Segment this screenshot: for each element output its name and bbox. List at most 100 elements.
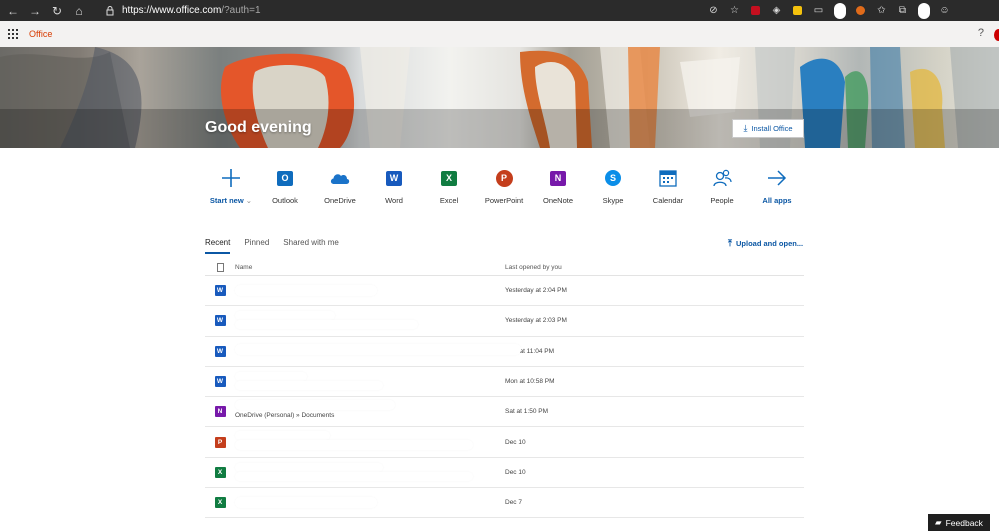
table-header: Name Last opened by you xyxy=(205,260,804,276)
profile-icon[interactable] xyxy=(915,2,932,19)
refresh-icon[interactable]: ↻ xyxy=(46,0,68,21)
column-header-name[interactable]: Name xyxy=(235,264,505,271)
table-row[interactable]: N OneDrive (Personal) » Documents Sat at… xyxy=(205,397,804,428)
install-office-button[interactable]: ⤓ Install Office xyxy=(732,119,804,138)
calendar-icon xyxy=(658,168,678,188)
app-label: Calendar xyxy=(652,196,684,205)
lock-icon xyxy=(103,2,117,19)
file-name-cell[interactable] xyxy=(235,367,505,396)
tab-pinned[interactable]: Pinned xyxy=(244,238,269,254)
opened-time: Yesterday at 2:03 PM xyxy=(505,317,567,325)
download-icon: ⤓ xyxy=(743,123,748,133)
chat-icon: ▰ xyxy=(935,517,942,527)
app-skype[interactable]: S Skype xyxy=(586,168,640,205)
file-name-cell[interactable] xyxy=(235,427,505,456)
tab-shared[interactable]: Shared with me xyxy=(283,238,339,254)
table-row[interactable]: X Dec 7 xyxy=(205,488,804,519)
extension-red-icon[interactable] xyxy=(747,2,764,19)
opened-time: Yesterday at 2:04 PM xyxy=(505,287,567,295)
file-name-cell[interactable] xyxy=(235,276,505,305)
collections-icon[interactable]: ⧉ xyxy=(894,2,911,19)
file-name-cell[interactable]: OneDrive (Personal) » Documents xyxy=(235,397,505,426)
column-header-opened[interactable]: Last opened by you xyxy=(505,264,562,271)
brand-label[interactable]: Office xyxy=(29,29,52,39)
app-letter: S xyxy=(605,170,621,186)
opened-time: Dec 10 xyxy=(505,468,526,476)
app-label: People xyxy=(710,196,734,205)
url-text[interactable]: https://www.office.com/?auth=1 xyxy=(122,5,261,16)
favorite-icon[interactable]: ☆ xyxy=(726,2,743,19)
upload-and-open-link[interactable]: ⤒ Upload and open... xyxy=(728,238,803,249)
upload-icon: ⤒ xyxy=(728,238,732,248)
powerpoint-icon: P xyxy=(494,168,514,188)
feedback-person-icon[interactable]: ☺ xyxy=(936,2,953,19)
app-people[interactable]: People xyxy=(695,168,749,205)
word-file-icon: W xyxy=(214,373,232,392)
arrow-right-icon xyxy=(767,168,787,188)
profile-blob-icon[interactable] xyxy=(831,2,848,19)
tab-recent[interactable]: Recent xyxy=(205,238,231,254)
app-label: Skype xyxy=(602,196,624,205)
forward-icon[interactable]: → xyxy=(24,0,46,21)
app-word[interactable]: W Word xyxy=(367,168,421,205)
excel-icon: X xyxy=(439,168,462,188)
app-letter: O xyxy=(281,173,289,183)
onenote-file-icon: N xyxy=(214,403,232,422)
table-row[interactable]: W Yesterday at 2:04 PM xyxy=(205,276,804,307)
extension-shield-icon[interactable]: ◈ xyxy=(768,2,785,19)
word-file-icon: W xyxy=(214,342,232,361)
extension-yellow-icon[interactable] xyxy=(789,2,806,19)
table-row[interactable]: W Yesterday at 2:03 PM xyxy=(205,306,804,337)
app-label: OneNote xyxy=(542,196,574,205)
recent-files-table: Name Last opened by you W Yesterday at 2… xyxy=(205,260,804,519)
app-onedrive[interactable]: OneDrive xyxy=(313,168,367,205)
excel-file-icon: X xyxy=(214,463,232,482)
app-launcher-icon[interactable] xyxy=(0,21,26,47)
app-letter: X xyxy=(445,173,452,183)
file-name-cell[interactable] xyxy=(235,488,505,517)
table-row[interactable]: W Mon at 10:58 PM xyxy=(205,367,804,398)
tracking-icon[interactable]: ⊘ xyxy=(705,2,722,19)
file-name-cell[interactable] xyxy=(235,337,521,366)
home-icon[interactable]: ⌂ xyxy=(68,0,90,21)
powerpoint-file-icon: P xyxy=(214,433,232,452)
app-all-apps[interactable]: All apps xyxy=(750,168,804,205)
plus-icon xyxy=(221,168,241,188)
app-label: PowerPoint xyxy=(484,196,524,205)
app-label: OneDrive xyxy=(324,196,356,205)
app-letter: W xyxy=(389,173,399,183)
opened-time: Dec 7 xyxy=(505,499,522,507)
help-icon[interactable]: ? xyxy=(978,27,984,39)
table-row[interactable]: W Mon at 11:04 PM xyxy=(205,337,804,367)
app-start-new[interactable]: Start new ⌄ xyxy=(204,168,258,205)
file-type-icon xyxy=(205,263,235,272)
address-bar[interactable]: https://www.office.com/?auth=1 xyxy=(103,2,725,19)
feedback-button[interactable]: ▰ Feedback xyxy=(928,514,990,531)
recent-tabs: Recent Pinned Shared with me xyxy=(205,238,339,254)
back-icon[interactable]: ← xyxy=(2,0,24,21)
file-name-cell[interactable] xyxy=(235,306,505,335)
excel-file-icon: X xyxy=(214,494,232,513)
url-main: https://www.office.com xyxy=(122,5,222,16)
app-letter: N xyxy=(554,173,562,183)
file-name-cell[interactable] xyxy=(235,458,505,487)
extension-card-icon[interactable]: ▭ xyxy=(810,2,827,19)
app-outlook[interactable]: O Outlook xyxy=(258,168,312,205)
app-label: Start new xyxy=(209,196,244,205)
hero-artwork xyxy=(0,47,999,148)
app-excel[interactable]: X Excel xyxy=(422,168,476,205)
table-row[interactable]: P Dec 10 xyxy=(205,427,804,458)
favorites-bar-icon[interactable]: ✩ xyxy=(873,2,890,19)
app-powerpoint[interactable]: P PowerPoint xyxy=(477,168,531,205)
url-query: /?auth=1 xyxy=(221,5,261,16)
app-calendar[interactable]: Calendar xyxy=(641,168,695,205)
table-row[interactable]: X Dec 10 xyxy=(205,458,804,489)
app-onenote[interactable]: N OneNote xyxy=(531,168,585,205)
avatar[interactable] xyxy=(994,29,999,41)
office-header: Office ? xyxy=(0,21,999,47)
extension-orange-icon[interactable] xyxy=(852,2,869,19)
app-label: All apps xyxy=(762,196,792,205)
word-icon: W xyxy=(384,168,407,188)
onenote-icon: N xyxy=(548,168,571,188)
browser-toolbar: ← → ↻ ⌂ https://www.office.com/?auth=1 ⊘… xyxy=(0,0,999,21)
